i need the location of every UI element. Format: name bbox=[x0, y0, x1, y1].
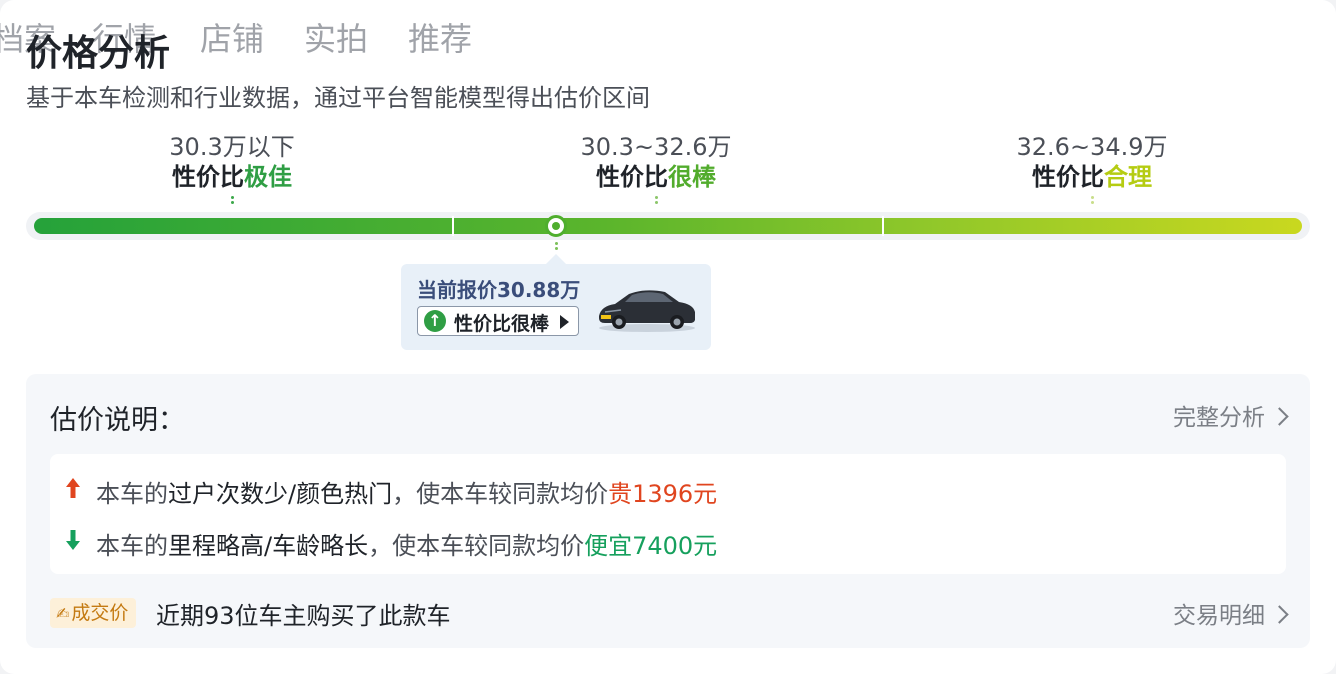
current-price-text: 当前报价30.88万 bbox=[417, 278, 581, 302]
range-label: 性价比很棒 bbox=[506, 162, 806, 192]
deal-details-link[interactable]: 交易明细 bbox=[1173, 596, 1289, 630]
range-value: 32.6~34.9万 bbox=[1016, 133, 1168, 161]
arrow-up-circle-icon: ↑ bbox=[424, 310, 446, 332]
range-value: 30.3万以下 bbox=[169, 133, 295, 161]
chevron-right-icon bbox=[1270, 407, 1289, 426]
reason-factor: 里程略高/车龄略长 bbox=[168, 532, 369, 560]
value-rating-label: 性价比很棒 bbox=[454, 313, 550, 335]
play-triangle-icon bbox=[560, 315, 569, 329]
range-prefix: 性价比 bbox=[596, 163, 668, 191]
range-highlight: 合理 bbox=[1104, 163, 1152, 191]
full-analysis-link[interactable]: 完整分析 bbox=[1173, 398, 1289, 432]
range-excellent: 30.3万以下 性价比极佳 bbox=[82, 132, 382, 192]
range-value: 30.3~32.6万 bbox=[580, 133, 732, 161]
deal-price-badge: ✍ 成交价 bbox=[50, 598, 137, 628]
reason-item-down: 本车的里程略高/车龄略长，使本车较同款均价便宜7400元 bbox=[96, 526, 717, 561]
deal-hand-icon: ✍ bbox=[56, 604, 70, 623]
current-price-marker bbox=[545, 215, 567, 237]
range-pointer-dots bbox=[1091, 196, 1094, 208]
range-pointer-dots bbox=[231, 196, 234, 208]
reason-factor: 过户次数少/颜色热门 bbox=[168, 480, 393, 508]
range-highlight: 很棒 bbox=[668, 163, 716, 191]
range-label: 性价比合理 bbox=[942, 162, 1242, 192]
range-divider bbox=[452, 216, 454, 236]
range-highlight: 极佳 bbox=[244, 163, 292, 191]
car-thumbnail-icon bbox=[599, 290, 695, 332]
deal-details-label: 交易明细 bbox=[1173, 603, 1265, 629]
tab-photos[interactable]: 实拍 bbox=[304, 14, 368, 60]
popup-arrow bbox=[546, 254, 566, 264]
chevron-right-icon bbox=[1270, 605, 1289, 624]
value-rating-button[interactable]: ↑ 性价比很棒 bbox=[417, 306, 579, 336]
price-analysis-card: 档案 行情 店铺 实拍 推荐 价格分析 基于本车检测和行业数据，通过平台智能模型… bbox=[0, 0, 1336, 674]
current-price-popup: 当前报价30.88万 ↑ 性价比很棒 bbox=[401, 264, 711, 350]
explanation-title: 估价说明： bbox=[50, 405, 185, 436]
reason-result: 贵1396元 bbox=[608, 480, 718, 508]
reason-list: 本车的过户次数少/颜色热门，使本车较同款均价贵1396元 本车的里程略高/车龄略… bbox=[50, 454, 1286, 574]
reason-lead: 本车的 bbox=[96, 532, 168, 560]
range-great: 30.3~32.6万 性价比很棒 bbox=[506, 132, 806, 192]
arrow-up-icon bbox=[66, 478, 80, 498]
deal-badge-label: 成交价 bbox=[71, 602, 129, 624]
page-subtitle: 基于本车检测和行业数据，通过平台智能模型得出估价区间 bbox=[26, 84, 650, 112]
range-pointer-dots bbox=[655, 196, 658, 208]
reason-middle: ，使本车较同款均价 bbox=[392, 480, 609, 508]
deal-summary: 近期93位车主购买了此款车 bbox=[156, 602, 451, 630]
range-label: 性价比极佳 bbox=[82, 162, 382, 192]
range-prefix: 性价比 bbox=[1032, 163, 1104, 191]
reason-lead: 本车的 bbox=[96, 480, 168, 508]
range-reasonable: 32.6~34.9万 性价比合理 bbox=[942, 132, 1242, 192]
page-title: 价格分析 bbox=[26, 33, 171, 74]
reason-middle: ，使本车较同款均价 bbox=[368, 532, 585, 560]
range-prefix: 性价比 bbox=[172, 163, 244, 191]
range-divider bbox=[882, 216, 884, 236]
full-analysis-label: 完整分析 bbox=[1173, 405, 1265, 431]
reason-item-up: 本车的过户次数少/颜色热门，使本车较同款均价贵1396元 bbox=[96, 474, 717, 509]
reason-result: 便宜7400元 bbox=[584, 532, 718, 560]
arrow-down-icon bbox=[66, 530, 80, 550]
valuation-explanation-panel: 估价说明： 完整分析 本车的过户次数少/颜色热门，使本车较同款均价贵1396元 … bbox=[26, 374, 1310, 648]
tab-recommend[interactable]: 推荐 bbox=[408, 14, 472, 60]
price-gradient-bar bbox=[34, 218, 1302, 234]
marker-pointer-dots bbox=[555, 242, 558, 254]
tab-store[interactable]: 店铺 bbox=[200, 14, 264, 60]
